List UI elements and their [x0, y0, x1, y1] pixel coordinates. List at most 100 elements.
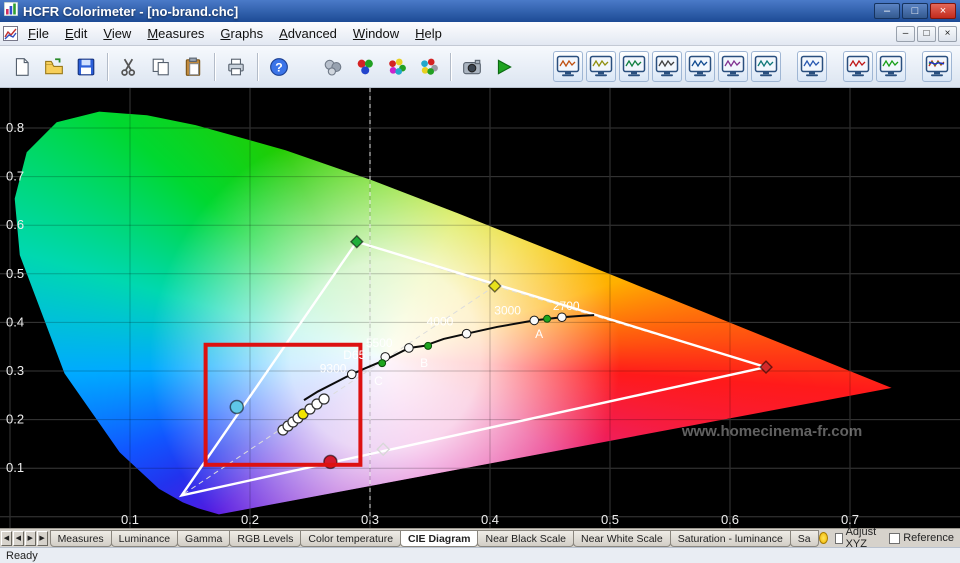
menubar: FileEditViewMeasuresGraphsAdvancedWindow… [0, 22, 960, 46]
hcfr-window: HCFR Colorimeter - [no-brand.chc] – □ × … [0, 0, 960, 563]
svg-text:?: ? [275, 60, 282, 74]
menu-graphs[interactable]: Graphs [212, 23, 271, 44]
tab-near-black-scale[interactable]: Near Black Scale [477, 530, 574, 547]
gamut-triangle [182, 242, 766, 496]
mdi-restore-button[interactable]: □ [917, 26, 936, 42]
curve-label-C: C [374, 374, 383, 388]
print-button[interactable] [220, 51, 252, 83]
color-balls-icon [387, 57, 407, 77]
close-button[interactable]: × [930, 3, 956, 19]
view-contrast-button[interactable] [876, 51, 906, 82]
curve-label-D65: D65 [343, 348, 365, 362]
mdi-minimize-button[interactable]: – [896, 26, 915, 42]
minimize-button[interactable]: – [874, 3, 900, 19]
save-button[interactable] [70, 51, 102, 83]
help-icon: ? [269, 57, 289, 77]
cie-diagram: 9300D65C5500B40003000A2700www.homecinema… [0, 88, 960, 528]
grayscale-button[interactable] [413, 51, 445, 83]
reference-checkbox[interactable]: Reference [889, 532, 954, 544]
menu-view[interactable]: View [95, 23, 139, 44]
paste-button[interactable] [177, 51, 209, 83]
tab-near-white-scale[interactable]: Near White Scale [573, 530, 671, 547]
adjust-xyz-checkbox-box[interactable] [835, 533, 843, 544]
monitor-chart-icon [800, 55, 824, 78]
x-axis-label: 0.1 [121, 512, 139, 527]
new-button[interactable] [6, 51, 38, 83]
y-axis-label: 0.4 [6, 314, 24, 329]
view-measures-button[interactable] [553, 51, 583, 82]
window-controls: – □ × [874, 3, 956, 19]
y-axis-label: 0.1 [6, 460, 24, 475]
view-near-white-button[interactable] [797, 51, 827, 82]
menu-window[interactable]: Window [345, 23, 407, 44]
menu-help[interactable]: Help [407, 23, 450, 44]
window-title: HCFR Colorimeter - [no-brand.chc] [23, 4, 238, 19]
tab-gamma[interactable]: Gamma [177, 530, 230, 547]
tab-scroll-prev-button[interactable]: ◀ [13, 531, 24, 546]
grid-lines-overlay [0, 88, 960, 528]
y-axis-label: 0.7 [6, 169, 24, 184]
tab-scroll-last-button[interactable]: ▶ [37, 531, 48, 546]
view-all-graphs-button[interactable] [922, 51, 952, 82]
menu-measures[interactable]: Measures [139, 23, 212, 44]
run-measures-button[interactable] [488, 51, 520, 83]
tab-scroll-next-button[interactable]: ▶ [25, 531, 36, 546]
tab-scroll-first-button[interactable]: ◀ [1, 531, 12, 546]
cut-button[interactable] [113, 51, 145, 83]
tab-sa[interactable]: Sa [790, 530, 819, 547]
monitor-chart-icon [589, 55, 613, 78]
rgb-balls-icon [355, 57, 375, 77]
view-near-black-button[interactable] [751, 51, 781, 82]
y-axis-label: 0.5 [6, 266, 24, 281]
view-gamma-button[interactable] [619, 51, 649, 82]
view-saturation-button[interactable] [843, 51, 873, 82]
statusbar: Ready [0, 547, 960, 563]
view-luminance-button[interactable] [586, 51, 616, 82]
toolbar-separator [450, 53, 451, 81]
curve-label-2700: 2700 [553, 299, 580, 313]
dashed-guides [182, 88, 766, 528]
copy-icon [151, 57, 171, 77]
reference-checkbox-box[interactable] [889, 533, 900, 544]
cut-icon [119, 57, 139, 77]
toolbar: ? [0, 46, 960, 88]
titlebar[interactable]: HCFR Colorimeter - [no-brand.chc] – □ × [0, 0, 960, 22]
x-axis-label: 0.2 [241, 512, 259, 527]
secondaries-button[interactable] [381, 51, 413, 83]
tab-color-temperature[interactable]: Color temperature [300, 530, 401, 547]
menu-advanced[interactable]: Advanced [271, 23, 345, 44]
open-button[interactable] [38, 51, 70, 83]
y-axis-label: 0.8 [6, 120, 24, 135]
help-button[interactable]: ? [263, 51, 295, 83]
cie-overlay-svg: 9300D65C5500B40003000A2700www.homecinema… [0, 88, 960, 528]
tab-saturation-luminance[interactable]: Saturation - luminance [670, 530, 791, 547]
mdi-close-button[interactable]: × [938, 26, 957, 42]
tab-measures[interactable]: Measures [50, 530, 112, 547]
paste-icon [183, 57, 203, 77]
monitor-chart-icon [754, 55, 778, 78]
capture-button[interactable] [456, 51, 488, 83]
tab-rgb-levels[interactable]: RGB Levels [229, 530, 301, 547]
toolbar-separator [214, 53, 215, 81]
curve-label-9300: 9300 [320, 361, 347, 375]
x-axis-label: 0.3 [361, 512, 379, 527]
menu-file[interactable]: File [20, 23, 57, 44]
watermark: www.homecinema-fr.com [681, 423, 862, 440]
monitor-chart-icon [925, 55, 949, 78]
x-axis-label: 0.4 [481, 512, 499, 527]
primaries-button[interactable] [349, 51, 381, 83]
monitor-chart-icon [655, 55, 679, 78]
maximize-button[interactable]: □ [902, 3, 928, 19]
tab-cie-diagram[interactable]: CIE Diagram [400, 530, 478, 547]
view-color-temperature-button[interactable] [685, 51, 715, 82]
view-cie-diagram-button[interactable] [718, 51, 748, 82]
curve-label-3000: 3000 [494, 303, 521, 317]
color-swatch-icon [819, 532, 828, 544]
menu-edit[interactable]: Edit [57, 23, 95, 44]
sensor-button[interactable] [317, 51, 349, 83]
play-icon [494, 57, 514, 77]
copy-button[interactable] [145, 51, 177, 83]
x-axis-label: 0.5 [601, 512, 619, 527]
tab-luminance[interactable]: Luminance [111, 530, 178, 547]
view-rgb-levels-button[interactable] [652, 51, 682, 82]
